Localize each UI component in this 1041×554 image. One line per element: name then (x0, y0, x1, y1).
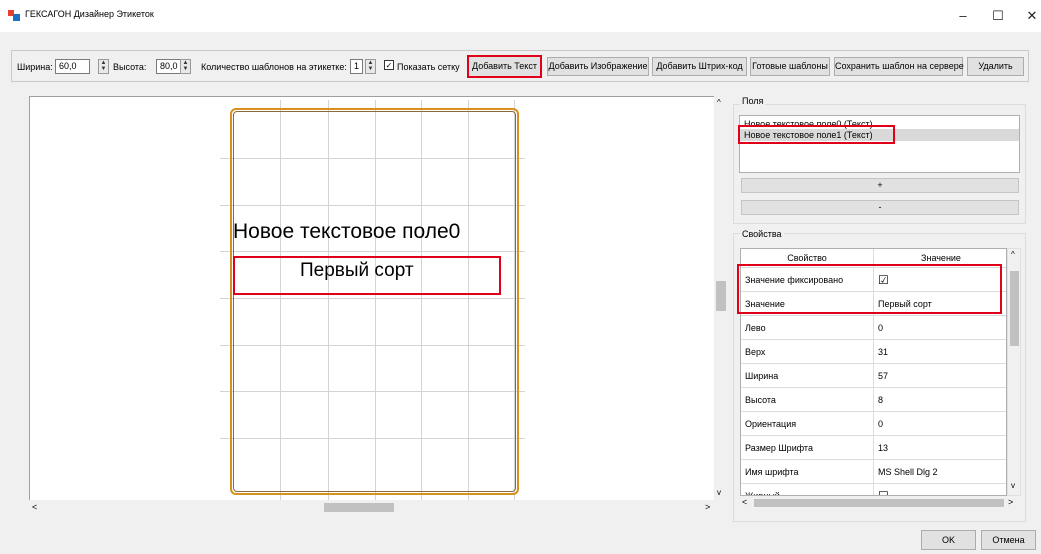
property-name: Жирный (741, 484, 874, 495)
scroll-up-icon[interactable]: ^ (717, 98, 721, 107)
cancel-button[interactable]: Отмена (981, 530, 1036, 550)
fields-list[interactable]: Новое текстовое поле0 (Текст) Новое текс… (739, 115, 1020, 173)
table-row[interactable]: Лево 0 (741, 316, 1006, 340)
width-input[interactable]: 60,0 (55, 59, 90, 74)
property-value[interactable]: 57 (874, 364, 1006, 388)
label-template-inner-border (233, 111, 516, 492)
property-value[interactable]: 13 (874, 436, 1006, 460)
property-value[interactable]: 8 (874, 388, 1006, 412)
window-title: ГЕКСАГОН Дизайнер Этикеток (25, 9, 154, 19)
field-selection-highlight (738, 125, 895, 144)
scroll-up-icon[interactable]: ^ (1011, 250, 1015, 259)
fields-title: Поля (740, 96, 766, 106)
property-name: Размер Шрифта (741, 436, 874, 460)
delete-button[interactable]: Удалить (967, 57, 1024, 76)
add-text-button[interactable]: Добавить Текст (467, 55, 542, 78)
scroll-left-icon[interactable]: < (32, 502, 37, 512)
property-name: Лево (741, 316, 874, 340)
property-value[interactable]: 0 (874, 316, 1006, 340)
property-value[interactable]: MS Shell Dlg 2 (874, 460, 1006, 484)
property-value[interactable]: 0 (874, 412, 1006, 436)
scroll-down-icon[interactable]: v (1011, 481, 1015, 490)
ready-templates-button[interactable]: Готовые шаблоны (750, 57, 830, 76)
ok-button[interactable]: OK (921, 530, 976, 550)
scroll-thumb[interactable] (1010, 271, 1019, 346)
add-image-button[interactable]: Добавить Изображение (547, 57, 649, 76)
count-stepper[interactable]: ▲ ▼ (365, 59, 376, 74)
height-label: Высота: (113, 62, 147, 72)
scroll-left-icon[interactable]: < (742, 497, 747, 507)
scroll-right-icon[interactable]: > (705, 502, 710, 512)
property-name: Верх (741, 340, 874, 364)
width-stepper[interactable]: ▲ ▼ (98, 59, 109, 74)
scroll-right-icon[interactable]: > (1008, 497, 1013, 507)
close-button[interactable]: ✕ (1012, 4, 1041, 28)
property-name: Ориентация (741, 412, 874, 436)
scroll-down-icon[interactable]: v (717, 488, 721, 497)
height-stepper[interactable]: ▲ ▼ (180, 59, 191, 74)
table-row[interactable]: Жирный ☐ (741, 484, 1006, 495)
scroll-thumb[interactable] (324, 503, 394, 512)
property-name: Высота (741, 388, 874, 412)
table-row[interactable]: Высота 8 (741, 388, 1006, 412)
property-name: Имя шрифта (741, 460, 874, 484)
properties-vertical-scrollbar[interactable]: ^ v (1007, 248, 1021, 496)
text-field-0[interactable]: Новое текстовое поле0 (233, 220, 460, 244)
table-row[interactable]: Размер Шрифта 13 (741, 436, 1006, 460)
add-field-button[interactable]: + (741, 178, 1019, 193)
save-template-button[interactable]: Сохранить шаблон на сервере (834, 57, 964, 76)
property-name: Ширина (741, 364, 874, 388)
scroll-thumb[interactable] (716, 281, 726, 311)
table-row[interactable]: Ширина 57 (741, 364, 1006, 388)
table-row[interactable]: Имя шрифта MS Shell Dlg 2 (741, 460, 1006, 484)
count-label: Количество шаблонов на этикетке: (201, 62, 347, 72)
scroll-thumb[interactable] (754, 499, 1004, 507)
canvas-vertical-scrollbar[interactable]: ^ v (714, 96, 729, 514)
remove-field-button[interactable]: - (741, 200, 1019, 215)
text-field-1[interactable]: Первый сорт (300, 260, 414, 282)
properties-title: Свойства (740, 229, 784, 239)
property-value[interactable]: 31 (874, 340, 1006, 364)
app-icon (8, 10, 20, 21)
count-input[interactable]: 1 (350, 59, 363, 74)
bold-checkbox[interactable]: ☐ (874, 484, 1006, 495)
table-row[interactable]: Верх 31 (741, 340, 1006, 364)
add-barcode-button[interactable]: Добавить Штрих-код (652, 57, 747, 76)
show-grid-checkbox[interactable]: ✓ (384, 60, 394, 70)
show-grid-label: Показать сетку (397, 62, 460, 72)
minimize-button[interactable]: – (943, 4, 983, 28)
properties-horizontal-scrollbar[interactable]: < > (740, 496, 1021, 510)
canvas-horizontal-scrollbar[interactable]: < > (29, 500, 715, 515)
table-row[interactable]: Ориентация 0 (741, 412, 1006, 436)
width-label: Ширина: (17, 62, 53, 72)
title-bar (0, 0, 1041, 32)
properties-highlight (737, 264, 1002, 314)
